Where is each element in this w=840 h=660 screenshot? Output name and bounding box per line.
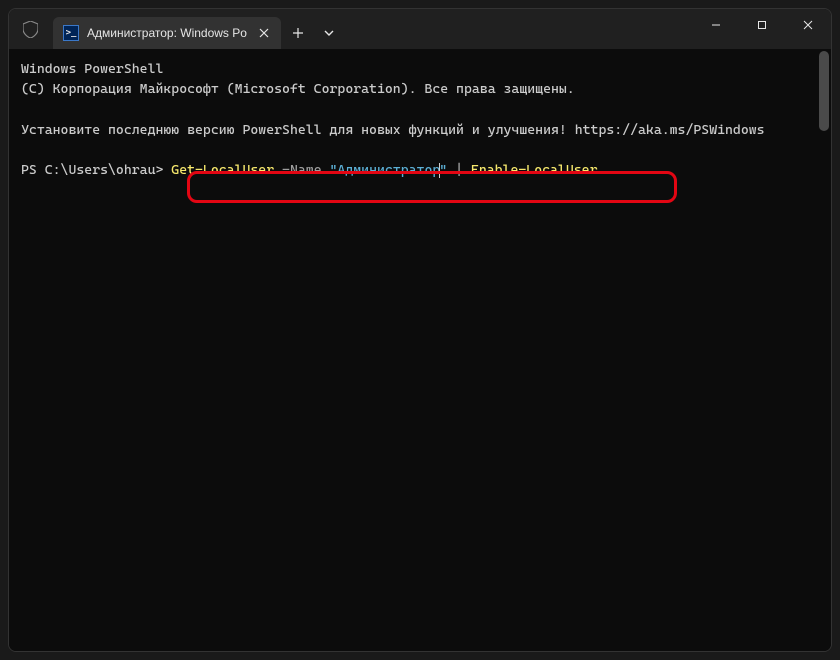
string-arg: "Администратор [330, 162, 441, 178]
blank-line [21, 140, 819, 160]
close-tab-button[interactable] [255, 24, 273, 42]
tab-dropdown-button[interactable] [315, 17, 343, 49]
param-name: -Name [274, 162, 329, 178]
window-controls [693, 9, 831, 49]
blank-line [21, 100, 819, 120]
terminal-window: >_ Администратор: Windows Po Window [8, 8, 832, 652]
terminal-body[interactable]: Windows PowerShell (C) Корпорация Майкро… [9, 49, 831, 651]
scrollbar-thumb[interactable] [819, 51, 829, 131]
pipe: | [447, 162, 471, 178]
prompt-text: PS C:\Users\ohrau> [21, 162, 171, 178]
cmdlet-get: Get-LocalUser [171, 162, 274, 178]
prompt-line: PS C:\Users\ohrau> Get-LocalUser -Name "… [21, 160, 819, 180]
string-arg-end: " [439, 162, 447, 178]
tab-title: Администратор: Windows Po [87, 26, 247, 40]
close-window-button[interactable] [785, 9, 831, 41]
powershell-icon: >_ [63, 25, 79, 41]
output-line: Windows PowerShell [21, 59, 819, 79]
titlebar: >_ Администратор: Windows Po [9, 9, 831, 49]
new-tab-button[interactable] [281, 17, 315, 49]
cmdlet-enable: Enable-LocalUser [471, 162, 598, 178]
maximize-button[interactable] [739, 9, 785, 41]
update-link: https://aka.ms/PSWindows [575, 122, 765, 138]
output-line: (C) Корпорация Майкрософт (Microsoft Cor… [21, 79, 819, 99]
output-line: Установите последнюю версию PowerShell д… [21, 120, 819, 140]
shield-icon [17, 9, 43, 49]
tab-powershell[interactable]: >_ Администратор: Windows Po [53, 17, 281, 49]
minimize-button[interactable] [693, 9, 739, 41]
